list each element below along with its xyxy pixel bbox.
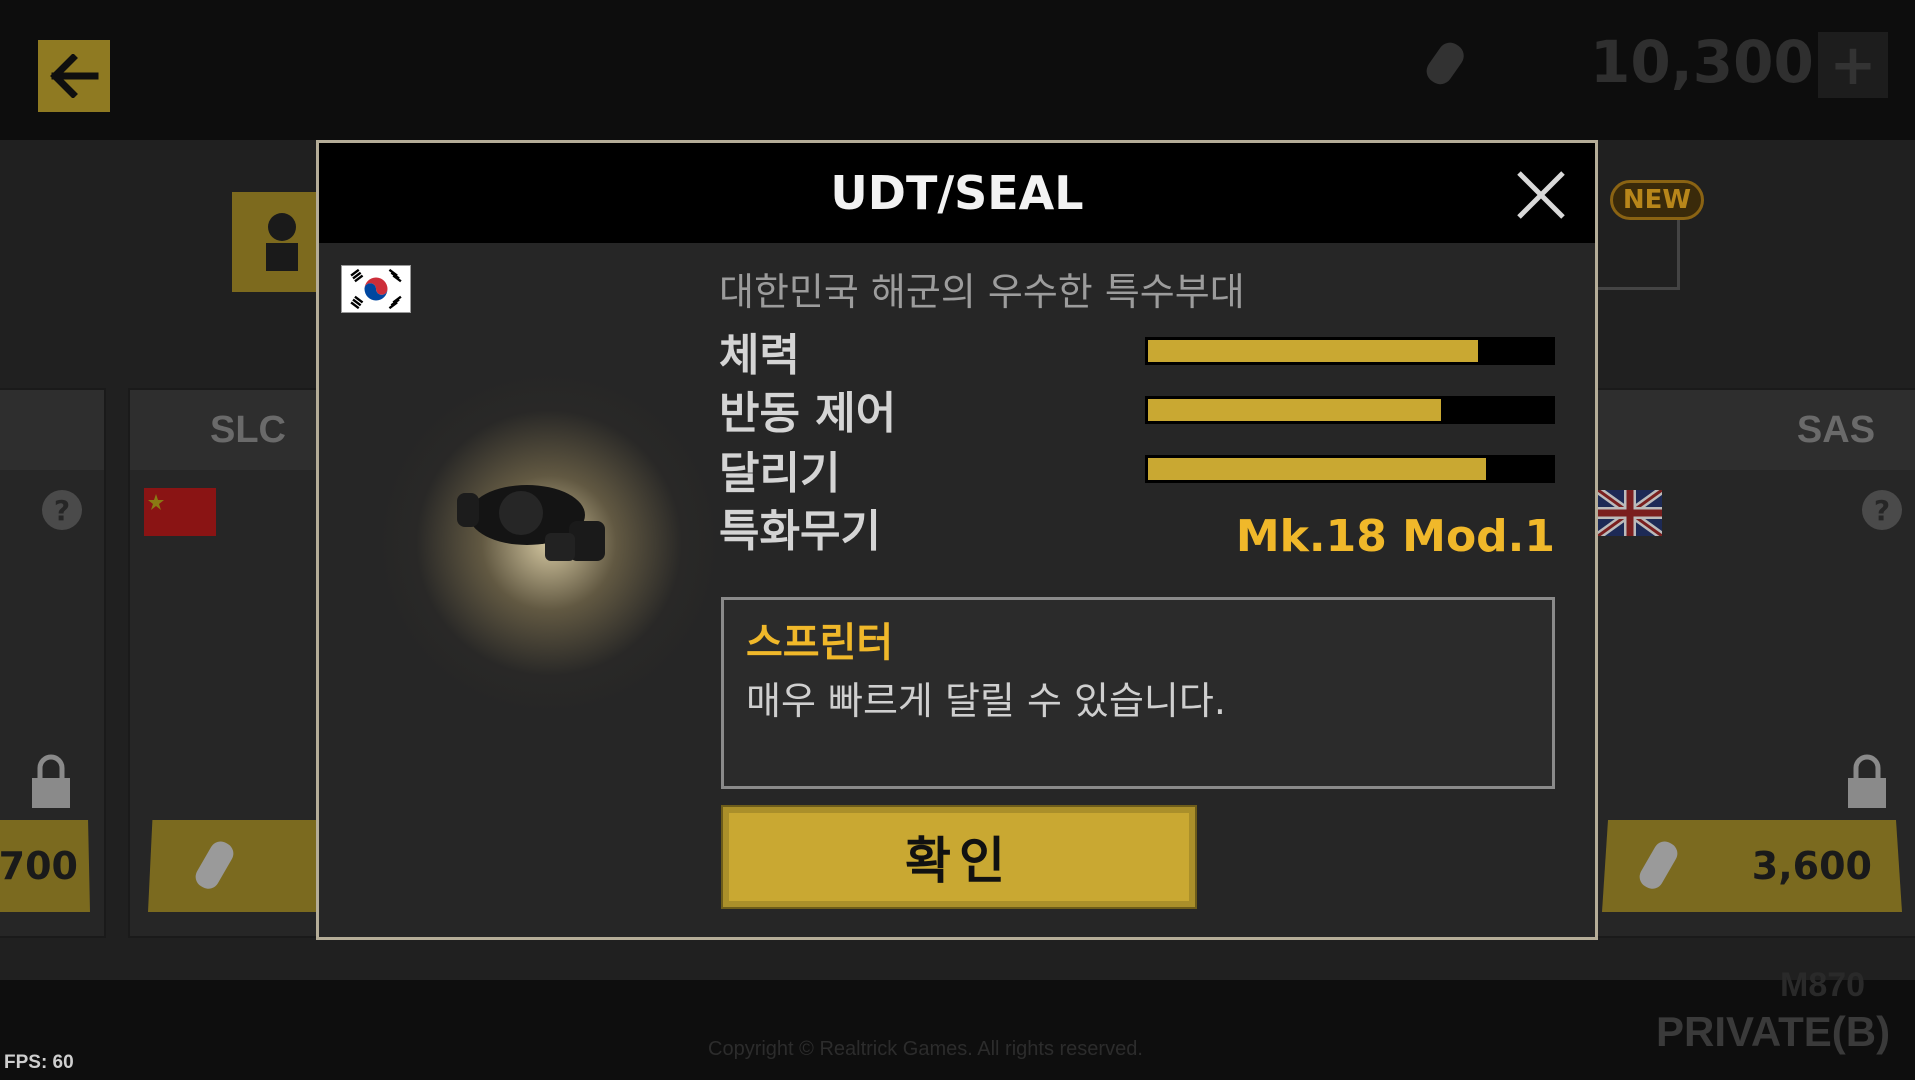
- lock-icon: [32, 754, 70, 808]
- arrow-left-icon: [50, 54, 99, 98]
- card-header: SLC: [130, 390, 326, 470]
- dogtag-icon: [1426, 42, 1464, 85]
- soldier-card[interactable]: ? 700: [0, 388, 106, 938]
- soldier-info-dialog: UDT/SEAL 대한민국 해군의 우수한 특수부대 체력 반동 제어 달리기 …: [316, 140, 1598, 940]
- stat-fill: [1145, 337, 1482, 365]
- special-weapon-label: 특화무기: [719, 506, 881, 557]
- stat-label-recoil: 반동 제어: [719, 388, 897, 439]
- dogtag-icon: [1639, 841, 1678, 889]
- help-icon[interactable]: ?: [42, 490, 82, 530]
- soldier-card[interactable]: SLC: [128, 388, 368, 938]
- south-korea-flag-icon: [341, 265, 411, 313]
- currency-amount: 10,300: [1590, 28, 1814, 96]
- dogtag-icon: [195, 841, 234, 889]
- copyright-text: Copyright © Realtrick Games. All rights …: [708, 1038, 1143, 1060]
- card-price-button[interactable]: 3,600: [1602, 820, 1902, 912]
- stat-label-health: 체력: [719, 330, 800, 381]
- card-name: SLC: [210, 408, 286, 451]
- close-icon[interactable]: [1515, 169, 1567, 221]
- lock-icon: [1848, 754, 1886, 808]
- new-connector-line: [1595, 218, 1680, 290]
- weapon-name: M870: [1780, 966, 1866, 1004]
- stat-fill: [1145, 455, 1490, 483]
- stat-fill: [1145, 396, 1445, 424]
- stat-bar-running: [1145, 455, 1555, 483]
- special-weapon-value: Mk.18 Mod.1: [1235, 511, 1555, 562]
- soldier-avatar: [457, 485, 605, 561]
- skill-box: 스프린터 매우 빠르게 달릴 수 있습니다.: [721, 597, 1555, 789]
- skill-name: 스프린터: [746, 620, 894, 666]
- confirm-label: 확인: [905, 832, 1013, 890]
- new-badge: NEW: [1610, 180, 1704, 220]
- stat-label-running: 달리기: [719, 448, 841, 499]
- soldier-icon: [266, 213, 298, 271]
- card-header: SAS: [1598, 390, 1915, 470]
- skill-description: 매우 빠르게 달릴 수 있습니다.: [746, 679, 1226, 723]
- confirm-button[interactable]: 확인: [721, 805, 1197, 909]
- uk-flag-icon: [1598, 490, 1662, 536]
- card-header: [0, 390, 104, 470]
- card-name: SAS: [1796, 408, 1876, 451]
- card-price: 3,600: [1751, 844, 1872, 888]
- stat-bar-recoil: [1145, 396, 1555, 424]
- add-currency-button[interactable]: +: [1818, 32, 1888, 98]
- stat-bar-health: [1145, 337, 1555, 365]
- card-price-button[interactable]: 700: [0, 820, 90, 912]
- soldier-card[interactable]: SAS ? 3,600: [1596, 388, 1915, 938]
- back-button[interactable]: [38, 40, 110, 112]
- help-icon[interactable]: ?: [1862, 490, 1902, 530]
- china-flag-icon: [144, 488, 216, 536]
- card-price: 700: [0, 844, 78, 888]
- bottom-bar: [0, 980, 1915, 1080]
- rank-text: PRIVATE(B): [1656, 1008, 1891, 1055]
- fps-counter: FPS: 60: [4, 1052, 74, 1073]
- unit-description: 대한민국 해군의 우수한 특수부대: [719, 270, 1245, 314]
- dialog-title: UDT/SEAL: [830, 166, 1084, 220]
